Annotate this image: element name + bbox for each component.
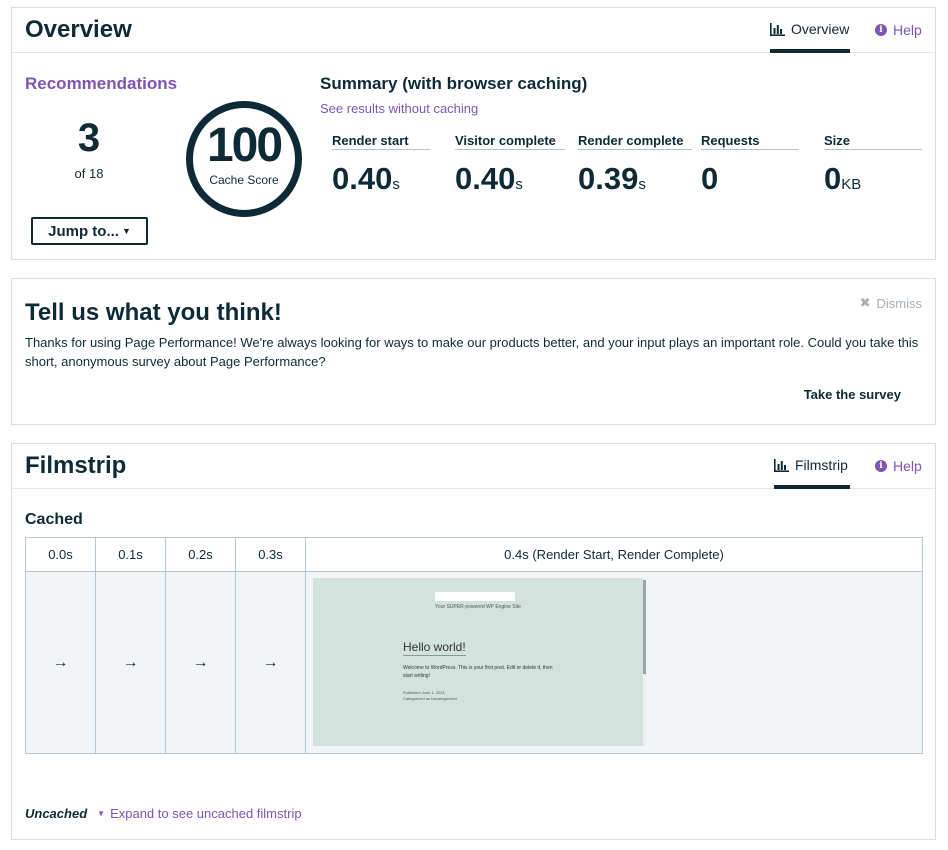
filmstrip-help-label: Help [893, 458, 922, 474]
filmstrip-table: 0.0s 0.1s 0.2s 0.3s 0.4s (Render Start, … [25, 537, 923, 754]
tab-filmstrip-label: Filmstrip [795, 457, 848, 473]
metric-label: Visitor complete [455, 133, 565, 150]
uncached-row: Uncached ▼ Expand to see uncached filmst… [25, 806, 302, 821]
filmstrip-help-link[interactable]: i Help [875, 458, 922, 474]
summary-title: Summary (with browser caching) [320, 74, 588, 93]
recommendations-count: 3 [77, 116, 101, 160]
filmstrip-panel: Filmstrip Filmstrip i Help Cached 0.0s 0… [11, 443, 936, 840]
metric-value: 0.39s [578, 161, 646, 196]
expand-uncached-link[interactable]: ▼ Expand to see uncached filmstrip [97, 806, 301, 821]
recommendations-title: Recommendations [25, 74, 178, 93]
overview-help-link[interactable]: i Help [875, 22, 922, 38]
bar-chart-icon [774, 459, 789, 472]
metric-value: 0 [701, 161, 719, 196]
metric-label: Render start [332, 133, 430, 150]
tab-filmstrip[interactable]: Filmstrip [774, 457, 850, 489]
metric-unit: s [392, 176, 400, 193]
expand-uncached-label: Expand to see uncached filmstrip [110, 806, 302, 821]
info-icon: i [875, 24, 887, 36]
metric-label: Requests [701, 133, 799, 150]
recommendations-total: of 18 [74, 166, 104, 181]
filmstrip-title: Filmstrip [25, 452, 127, 479]
caret-down-icon: ▼ [97, 809, 106, 818]
metric-value: 0KB [824, 161, 862, 196]
see-without-caching-link[interactable]: See results without caching [320, 101, 478, 116]
filmstrip-header: Filmstrip Filmstrip i Help [12, 444, 935, 489]
frame-scrollbar [643, 580, 646, 674]
feedback-title: Tell us what you think! [25, 299, 282, 326]
time-header: 0.0s [25, 537, 96, 572]
jump-to-label: Jump to... [48, 222, 119, 240]
time-header: 0.1s [95, 537, 166, 572]
metric-label: Size [824, 133, 922, 150]
frame-tagline: Your SUPER-powered WP Engine Site [435, 604, 521, 610]
metric-visitor-complete: Visitor complete 0.40s [455, 133, 565, 202]
frame-heading: Hello world! [403, 640, 466, 656]
frame-cell: Your SUPER-powered WP Engine Site Hello … [305, 571, 923, 754]
bar-chart-icon [770, 23, 785, 36]
dismiss-label: Dismiss [876, 295, 923, 311]
filmstrip-header-row: 0.0s 0.1s 0.2s 0.3s 0.4s (Render Start, … [25, 537, 923, 572]
frame-text: Welcome to WordPress. This is your first… [403, 665, 553, 679]
time-header: 0.2s [165, 537, 236, 572]
close-icon: ✖ [859, 295, 871, 310]
info-icon: i [875, 460, 887, 472]
frame-site-logo [435, 592, 515, 601]
metric-render-start: Render start 0.40s [332, 133, 430, 202]
metric-size: Size 0KB [824, 133, 922, 202]
jump-to-button[interactable]: Jump to... ▼ [31, 217, 148, 245]
metric-value: 0.40s [332, 161, 400, 196]
overview-help-label: Help [893, 22, 922, 38]
metric-value: 0.40s [455, 161, 523, 196]
take-survey-link[interactable]: Take the survey [804, 387, 901, 402]
filmstrip-frame-row: → → → → Your SUPER-powered WP Engine Sit… [25, 571, 923, 754]
cache-score-ring: 100 Cache Score [186, 101, 302, 217]
overview-header: Overview Overview i Help [12, 8, 935, 53]
feedback-panel: Tell us what you think! ✖ Dismiss Thanks… [11, 278, 936, 425]
metric-unit: KB [841, 176, 862, 193]
time-header: 0.4s (Render Start, Render Complete) [305, 537, 923, 572]
metric-render-complete: Render complete 0.39s [578, 133, 692, 202]
frame-thumbnail[interactable]: Your SUPER-powered WP Engine Site Hello … [313, 578, 646, 746]
metric-requests: Requests 0 [701, 133, 799, 202]
cached-label: Cached [25, 511, 83, 528]
frame-category: Categorized as Uncategorized [403, 696, 457, 701]
tab-overview-label: Overview [791, 21, 850, 37]
dismiss-button[interactable]: ✖ Dismiss [860, 295, 922, 311]
tab-overview[interactable]: Overview [770, 21, 850, 53]
feedback-body: Thanks for using Page Performance! We're… [25, 335, 919, 369]
arrow-right-icon: → [25, 571, 96, 754]
time-header: 0.3s [235, 537, 306, 572]
cache-score-label: Cache Score [209, 173, 279, 187]
metric-label: Render complete [578, 133, 692, 150]
uncached-label: Uncached [25, 806, 88, 821]
overview-title: Overview [25, 16, 132, 43]
cache-score-value: 100 [206, 119, 283, 172]
metric-unit: s [638, 176, 646, 193]
frame-meta: Published June 1, 2021 Categorized as Un… [403, 690, 563, 702]
caret-down-icon: ▼ [121, 226, 131, 236]
arrow-right-icon: → [165, 571, 236, 754]
arrow-right-icon: → [235, 571, 306, 754]
arrow-right-icon: → [95, 571, 166, 754]
overview-panel: Overview Overview i Help Recommendations… [11, 7, 936, 260]
metric-unit: s [515, 176, 523, 193]
